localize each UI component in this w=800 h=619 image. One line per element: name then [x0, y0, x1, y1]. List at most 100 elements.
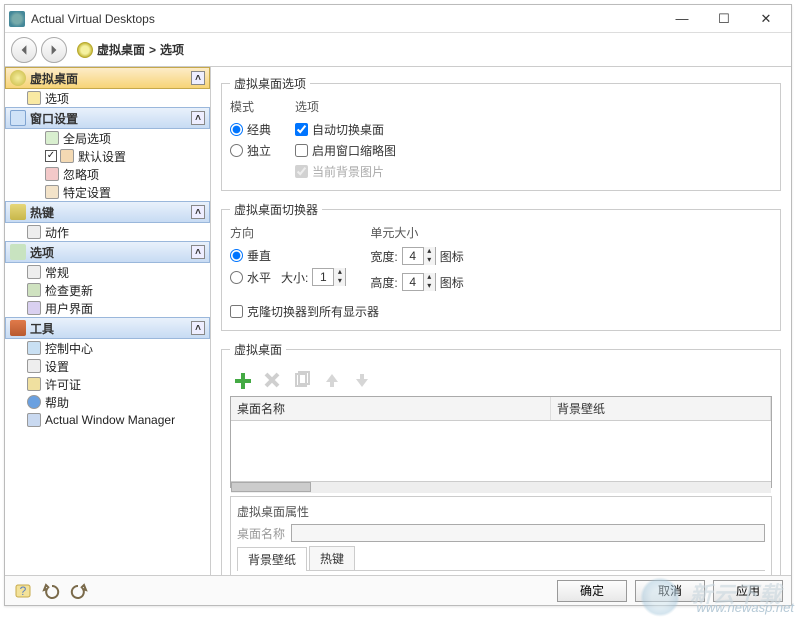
tab-wallpaper[interactable]: 背景壁纸	[237, 547, 307, 571]
height-spinbox[interactable]: 4▴▾	[402, 273, 436, 291]
sidebar-item-update[interactable]: 检查更新	[5, 281, 210, 299]
spin-down-icon[interactable]: ▾	[423, 282, 435, 291]
app-icon	[27, 413, 41, 427]
spin-down-icon[interactable]: ▾	[423, 256, 435, 265]
block-icon	[45, 167, 59, 181]
desktop-name-input	[291, 524, 765, 542]
close-button[interactable]: ✕	[745, 6, 787, 32]
desktop-list[interactable]: 桌面名称 背景壁纸	[230, 396, 772, 488]
radio-classic[interactable]: 经典	[230, 121, 271, 138]
page-icon	[27, 91, 41, 105]
sidebar-item-ui[interactable]: 用户界面	[5, 299, 210, 317]
sidebar-item-settings[interactable]: 设置	[5, 357, 210, 375]
radio-independent[interactable]: 独立	[230, 142, 271, 159]
refresh-icon	[27, 283, 41, 297]
breadcrumb-part2[interactable]: 选项	[160, 41, 184, 58]
chevron-up-icon[interactable]: ˄	[191, 321, 205, 335]
forward-button[interactable]	[41, 37, 67, 63]
group-legend: 虚拟桌面	[230, 341, 286, 358]
sidebar-item-license[interactable]: 许可证	[5, 375, 210, 393]
sidebar-item-global[interactable]: 全局选项	[5, 129, 210, 147]
minimize-button[interactable]: —	[661, 6, 703, 32]
tab-hotkey[interactable]: 热键	[309, 546, 355, 570]
col-name[interactable]: 桌面名称	[231, 397, 551, 420]
sidebar-item-control[interactable]: 控制中心	[5, 339, 210, 357]
chevron-up-icon[interactable]: ˄	[191, 205, 205, 219]
unit-label: 图标	[440, 274, 464, 291]
sidebar-item-ignore[interactable]: 忽略项	[5, 165, 210, 183]
sidebar-item-awm[interactable]: Actual Window Manager	[5, 411, 210, 429]
undo-footer-button[interactable]	[41, 581, 61, 601]
apply-button[interactable]: 应用	[713, 580, 783, 602]
col-wallpaper[interactable]: 背景壁纸	[551, 397, 771, 420]
check-thumbnail[interactable]: 启用窗口缩略图	[295, 142, 396, 159]
sidebar-item-default[interactable]: ✓默认设置	[5, 147, 210, 165]
sidebar-section-options[interactable]: 选项 ˄	[5, 241, 210, 263]
gear-icon	[27, 265, 41, 279]
cancel-button[interactable]: 取消	[635, 580, 705, 602]
moveup-button	[320, 368, 344, 392]
name-label: 桌面名称	[237, 525, 285, 542]
sidebar-item-actions[interactable]: 动作	[5, 223, 210, 241]
radio-vertical[interactable]: 垂直	[230, 247, 346, 264]
chevron-up-icon[interactable]: ˄	[191, 245, 205, 259]
unit-label: 图标	[440, 248, 464, 265]
check-clone[interactable]: 克隆切换器到所有显示器	[230, 303, 772, 320]
app-window: Actual Virtual Desktops — ☐ ✕ 虚拟桌面 > 选项 …	[4, 4, 792, 606]
chevron-up-icon[interactable]: ˄	[191, 71, 205, 85]
sidebar-item-general[interactable]: 常规	[5, 263, 210, 281]
spin-down-icon[interactable]: ▾	[333, 277, 345, 286]
sidebar-section-hotkeys[interactable]: 热键 ˄	[5, 201, 210, 223]
height-label: 高度:	[370, 274, 397, 291]
group-props: 虚拟桌面属性 桌面名称 背景壁纸 热键 桌面的背景设置	[230, 496, 772, 575]
size-label: 大小:	[281, 269, 308, 286]
ui-icon	[27, 301, 41, 315]
width-label: 宽度:	[370, 248, 397, 265]
redo-footer-button[interactable]	[69, 581, 89, 601]
checkbox-icon[interactable]: ✓	[45, 150, 57, 162]
svg-text:?: ?	[20, 584, 27, 598]
group-desktops: 虚拟桌面 桌面名称 背景壁纸 虚拟桌面属性	[221, 341, 781, 575]
copy-button	[290, 368, 314, 392]
sidebar-section-virtualdesktop[interactable]: 虚拟桌面 ˄	[5, 67, 210, 89]
window-icon	[10, 110, 26, 126]
sidebar-item-specific[interactable]: 特定设置	[5, 183, 210, 201]
nav-toolbar: 虚拟桌面 > 选项	[5, 33, 791, 67]
desktop-toolbar	[230, 364, 772, 396]
sidebar-item-options[interactable]: 选项	[5, 89, 210, 107]
option-label: 选项	[295, 98, 396, 115]
breadcrumb-icon	[77, 42, 93, 58]
group-vd-options: 虚拟桌面选项 模式 经典 独立 选项 自动切换桌面 启用窗口缩略图 当前背景图片	[221, 75, 781, 191]
chevron-up-icon[interactable]: ˄	[191, 111, 205, 125]
list-header: 桌面名称 背景壁纸	[231, 397, 771, 421]
sidebar-item-help[interactable]: 帮助	[5, 393, 210, 411]
mode-label: 模式	[230, 98, 271, 115]
scroll-thumb[interactable]	[231, 482, 311, 492]
sidebar: 虚拟桌面 ˄ 选项 窗口设置 ˄ 全局选项 ✓默认设置 忽略项 特定设置 热键 …	[5, 67, 211, 575]
breadcrumb-part1[interactable]: 虚拟桌面	[97, 41, 145, 58]
gear-icon	[45, 131, 59, 145]
dir-label: 方向	[230, 224, 346, 241]
add-button[interactable]	[230, 368, 254, 392]
content-panel: 虚拟桌面选项 模式 经典 独立 选项 自动切换桌面 启用窗口缩略图 当前背景图片	[211, 67, 791, 575]
radio-horizontal[interactable]: 水平	[230, 269, 271, 286]
size-spinbox[interactable]: 1▴▾	[312, 268, 346, 286]
sidebar-section-windowsettings[interactable]: 窗口设置 ˄	[5, 107, 210, 129]
ok-button[interactable]: 确定	[557, 580, 627, 602]
help-icon	[27, 395, 41, 409]
props-tabs: 背景壁纸 热键	[237, 546, 765, 571]
group-legend: 虚拟桌面切换器	[230, 201, 322, 218]
monitor-icon	[27, 341, 41, 355]
check-autoswitch[interactable]: 自动切换桌面	[295, 121, 396, 138]
delete-button	[260, 368, 284, 392]
help-footer-button[interactable]: ?	[13, 581, 33, 601]
sidebar-section-tools[interactable]: 工具 ˄	[5, 317, 210, 339]
app-icon	[9, 11, 25, 27]
horizontal-scrollbar[interactable]	[231, 481, 771, 493]
width-spinbox[interactable]: 4▴▾	[402, 247, 436, 265]
maximize-button[interactable]: ☐	[703, 6, 745, 32]
globe-icon	[10, 70, 26, 86]
back-button[interactable]	[11, 37, 37, 63]
page-icon	[60, 149, 74, 163]
breadcrumb-sep: >	[149, 43, 156, 57]
